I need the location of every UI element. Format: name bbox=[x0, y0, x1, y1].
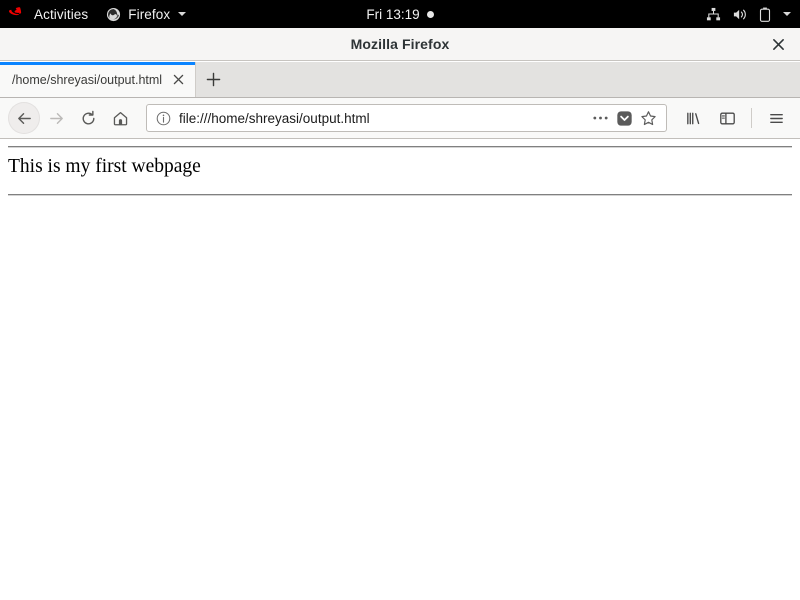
toolbar-end-group bbox=[677, 102, 792, 134]
home-icon bbox=[113, 111, 127, 125]
notification-dot-icon bbox=[426, 10, 434, 18]
chevron-down-icon[interactable] bbox=[783, 12, 791, 16]
new-tab-button[interactable] bbox=[196, 62, 231, 97]
app-menu-label: Firefox bbox=[128, 6, 171, 22]
window-close-button[interactable] bbox=[756, 28, 800, 60]
library-icon bbox=[686, 112, 699, 124]
star-icon bbox=[640, 110, 656, 125]
library-button[interactable] bbox=[677, 102, 709, 134]
topbar-system-tray[interactable] bbox=[706, 0, 800, 28]
hamburger-menu-icon bbox=[769, 113, 783, 123]
pocket-button[interactable] bbox=[612, 106, 636, 130]
url-bar[interactable] bbox=[146, 104, 667, 132]
gnome-top-bar: Activities Firefox Fri 13:19 bbox=[0, 0, 800, 28]
info-circle-icon[interactable] bbox=[155, 110, 172, 127]
close-icon bbox=[772, 38, 784, 50]
url-input[interactable] bbox=[179, 110, 588, 126]
reload-button[interactable] bbox=[72, 102, 104, 134]
network-wired-icon bbox=[706, 7, 721, 22]
redhat-logo-icon bbox=[9, 7, 27, 21]
window-title: Mozilla Firefox bbox=[350, 36, 450, 52]
browser-tab[interactable]: /home/shreyasi/output.html bbox=[0, 62, 197, 97]
topbar-left-group: Activities Firefox bbox=[0, 0, 195, 28]
bookmark-star-button[interactable] bbox=[636, 106, 660, 130]
app-menu-button[interactable] bbox=[760, 102, 792, 134]
arrow-left-icon bbox=[17, 112, 31, 124]
sidebar-icon bbox=[719, 112, 735, 124]
horizontal-rule-bottom bbox=[8, 194, 792, 197]
volume-icon bbox=[732, 7, 748, 22]
sidebar-toggle-button[interactable] bbox=[711, 102, 743, 134]
activities-button[interactable]: Activities bbox=[0, 0, 97, 28]
page-content-area: This is my first webpage bbox=[0, 139, 800, 600]
plus-icon bbox=[206, 72, 221, 87]
tab-title: /home/shreyasi/output.html bbox=[12, 72, 163, 87]
back-button[interactable] bbox=[8, 102, 40, 134]
page-heading: This is my first webpage bbox=[8, 156, 201, 177]
ellipsis-icon bbox=[592, 116, 608, 120]
chevron-down-icon bbox=[178, 12, 187, 16]
window-titlebar: Mozilla Firefox bbox=[0, 28, 800, 61]
tab-close-icon[interactable] bbox=[169, 70, 188, 89]
page-actions-button[interactable] bbox=[588, 106, 612, 130]
tab-strip: /home/shreyasi/output.html bbox=[0, 62, 800, 98]
activities-label: Activities bbox=[34, 6, 89, 22]
arrow-right-icon bbox=[49, 112, 63, 124]
app-menu-firefox[interactable]: Firefox bbox=[97, 0, 195, 28]
reload-icon bbox=[82, 110, 94, 124]
forward-button[interactable] bbox=[40, 102, 72, 134]
firefox-logo-icon bbox=[106, 7, 121, 22]
clock-label: Fri 13:19 bbox=[366, 6, 420, 22]
battery-icon bbox=[759, 7, 771, 22]
pocket-icon bbox=[616, 110, 632, 126]
home-button[interactable] bbox=[104, 102, 136, 134]
navigation-toolbar bbox=[0, 98, 800, 139]
toolbar-separator bbox=[751, 108, 752, 128]
